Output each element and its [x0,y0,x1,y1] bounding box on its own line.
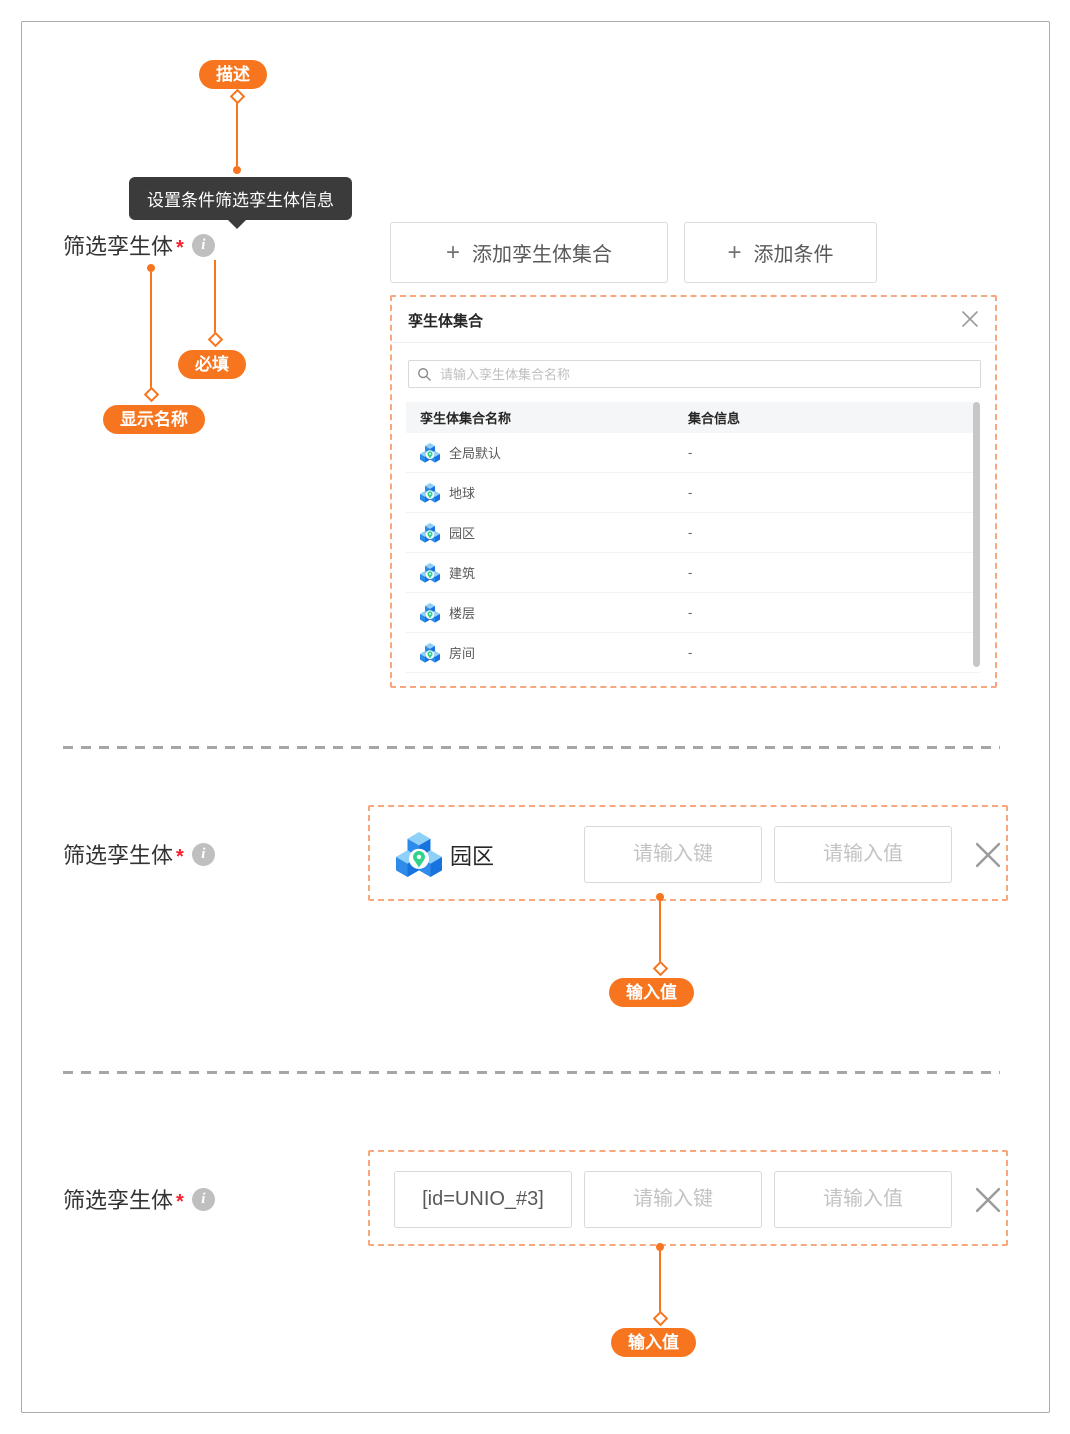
twin-collection-icon [420,523,440,543]
remove-condition-icon[interactable] [974,1186,1002,1214]
entity-id-input[interactable] [394,1171,572,1228]
dot-end [656,1243,664,1251]
collection-info: - [688,445,693,460]
connector-line [659,1251,661,1312]
table-row[interactable]: 房间 - [406,633,979,673]
section-divider [63,746,1000,749]
field-label-text: 筛选孪生体 [63,843,174,868]
info-icon[interactable]: i [191,842,215,866]
close-icon[interactable] [961,310,979,328]
table-row[interactable]: 楼层 - [406,593,979,633]
twin-collection-icon [420,643,440,663]
table-row[interactable]: 园区 - [406,513,979,553]
search-input[interactable] [438,365,972,383]
collection-table: 孪生体集合名称 集合信息 全局默认 - 地球 - 园区 - 建筑 - 楼层 - [406,402,979,673]
collection-name: 建筑 [449,566,476,581]
diamond-end [229,88,245,105]
required-connector [207,260,223,348]
entity-name: 园区 [450,844,495,869]
field-tooltip: 设置条件筛选孪生体信息 [129,177,352,229]
field-label-1: 筛选孪生体 * i [63,229,215,261]
key-input[interactable] [584,1171,762,1228]
panel-title: 孪生体集合 [408,313,484,330]
plus-icon: + [445,238,460,266]
twin-collection-icon [420,443,440,463]
required-asterisk: * [176,845,184,868]
diamond-end [143,386,159,403]
input-value-connector-2 [652,1243,668,1327]
twin-collection-icon [420,603,440,623]
describe-badge: 描述 [199,60,267,89]
twin-collection-icon [420,563,440,583]
connector-line [150,272,152,388]
display-name-badge: 显示名称 [103,405,205,434]
collection-name: 全局默认 [449,446,502,461]
condition-row-2 [368,1150,1008,1246]
panel-divider [392,342,995,343]
twin-collection-panel: 孪生体集合 孪生体集合名称 集合信息 全局默认 - 地球 - [390,295,997,688]
add-collection-button[interactable]: + 添加孪生体集合 [390,222,668,283]
collection-name: 地球 [449,486,476,501]
value-input[interactable] [774,826,952,883]
twin-entity-icon [396,832,442,878]
collection-info: - [688,605,693,620]
connector-line [214,260,216,333]
table-row[interactable]: 全局默认 - [406,433,979,473]
display-name-connector [143,264,159,403]
dot-end [233,166,241,174]
condition-row-1: 园区 [368,805,1008,901]
dot-end [147,264,155,272]
collection-info: - [688,485,693,500]
value-input[interactable] [774,1171,952,1228]
collection-name: 园区 [449,526,476,541]
scrollbar[interactable] [973,402,980,667]
collection-name: 楼层 [449,606,476,621]
connector-line [236,103,238,166]
input-value-badge-2: 输入值 [611,1328,696,1357]
required-badge: 必填 [178,350,246,379]
column-name: 孪生体集合名称 [420,411,512,426]
describe-connector [229,88,245,174]
column-info: 集合信息 [688,411,741,426]
field-label-text: 筛选孪生体 [63,234,174,259]
field-label-3: 筛选孪生体 * i [63,1183,215,1215]
dot-end [656,893,664,901]
collection-name: 房间 [449,646,476,661]
collection-search[interactable] [408,360,981,388]
info-icon[interactable]: i [191,233,215,257]
required-asterisk: * [176,236,184,259]
table-header: 孪生体集合名称 集合信息 [406,402,979,433]
collection-info: - [688,525,693,540]
twin-collection-icon [420,483,440,503]
collection-info: - [688,565,693,580]
add-condition-button[interactable]: + 添加条件 [684,222,877,283]
info-icon[interactable]: i [191,1187,215,1211]
input-value-connector-1 [652,893,668,977]
plus-icon: + [727,238,742,266]
diamond-end [652,960,668,977]
remove-condition-icon[interactable] [974,841,1002,869]
add-collection-label: 添加孪生体集合 [472,244,612,266]
field-label-text: 筛选孪生体 [63,1188,174,1213]
add-condition-label: 添加条件 [753,244,834,266]
search-icon [418,368,431,381]
table-row[interactable]: 建筑 - [406,553,979,593]
diamond-end [652,1310,668,1327]
table-row[interactable]: 地球 - [406,473,979,513]
field-label-2: 筛选孪生体 * i [63,838,215,870]
connector-line [659,901,661,962]
input-value-badge-1: 输入值 [609,978,694,1007]
diamond-end [207,331,223,348]
annotated-doc-page: 描述 设置条件筛选孪生体信息 筛选孪生体 * i + 添加孪生体集合 + 添加条… [0,0,1070,1434]
key-input[interactable] [584,826,762,883]
collection-info: - [688,645,693,660]
section-divider [63,1071,1000,1074]
required-asterisk: * [176,1190,184,1213]
